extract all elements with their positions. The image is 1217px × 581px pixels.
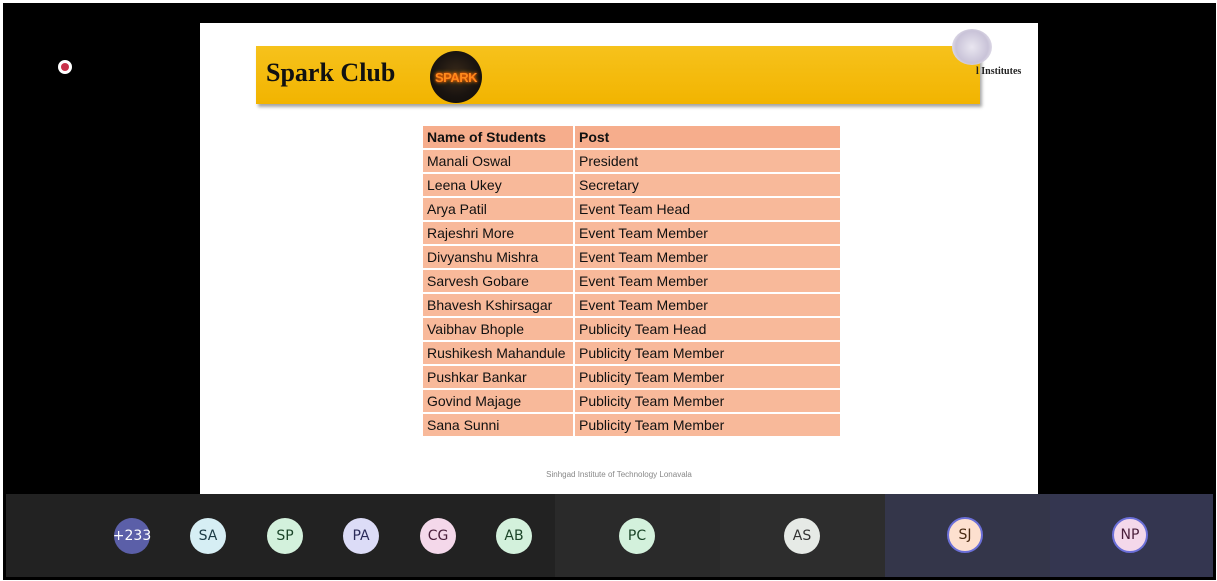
student-post: Publicity Team Member (573, 412, 842, 438)
student-post: Event Team Head (573, 196, 842, 222)
table-header-row: Name of Students Post (421, 124, 842, 150)
slide-title-bar: Spark Club SPARK (256, 46, 980, 104)
student-post: Event Team Member (573, 244, 842, 270)
avatar[interactable]: PA (343, 518, 379, 554)
institute-logo-icon (952, 29, 992, 65)
slide-footer: Sinhgad Institute of Technology Lonavala (546, 470, 692, 479)
student-post: Event Team Member (573, 292, 842, 318)
slide-title: Spark Club (266, 58, 396, 87)
table-row: Sana Sunni Publicity Team Member (421, 412, 842, 438)
student-name: Sarvesh Gobare (421, 268, 575, 294)
avatar[interactable]: CG (420, 518, 456, 554)
avatar[interactable]: SJ (947, 517, 983, 553)
student-name: Leena Ukey (421, 172, 575, 198)
club-logo-icon: SPARK (430, 51, 482, 103)
student-name: Bhavesh Kshirsagar (421, 292, 575, 318)
student-name: Divyanshu Mishra (421, 244, 575, 270)
avatar[interactable]: AS (784, 518, 820, 554)
student-name: Rajeshri More (421, 220, 575, 246)
student-name: Vaibhav Bhople (421, 316, 575, 342)
avatar[interactable]: PC (619, 518, 655, 554)
student-name: Pushkar Bankar (421, 364, 575, 390)
student-name: Rushikesh Mahandule (421, 340, 575, 366)
student-name: Govind Majage (421, 388, 575, 414)
table-row: Leena Ukey Secretary (421, 172, 842, 198)
participant-strip: +233 SA SP PA CG AB PC AS SJ NP (6, 494, 1213, 577)
table-row: Manali Oswal President (421, 148, 842, 174)
institute-name: l Institutes (976, 66, 1022, 77)
shared-presentation-slide: Spark Club SPARK l Institutes Name of St… (200, 23, 1038, 497)
student-name: Manali Oswal (421, 148, 575, 174)
table-row: Arya Patil Event Team Head (421, 196, 842, 222)
student-name: Sana Sunni (421, 412, 575, 438)
table-row: Pushkar Bankar Publicity Team Member (421, 364, 842, 390)
student-post: Publicity Team Member (573, 340, 842, 366)
avatar[interactable]: SA (190, 518, 226, 554)
student-post: Event Team Member (573, 220, 842, 246)
meeting-window: Spark Club SPARK l Institutes Name of St… (3, 3, 1216, 580)
avatar[interactable]: SP (267, 518, 303, 554)
column-header-name: Name of Students (421, 124, 575, 150)
student-name: Arya Patil (421, 196, 575, 222)
avatar[interactable]: NP (1112, 517, 1148, 553)
table-row: Govind Majage Publicity Team Member (421, 388, 842, 414)
table-row: Divyanshu Mishra Event Team Member (421, 244, 842, 270)
more-participants-button[interactable]: +233 (113, 518, 151, 554)
column-header-post: Post (573, 124, 842, 150)
student-post: Secretary (573, 172, 842, 198)
student-post: Publicity Team Member (573, 364, 842, 390)
student-post: President (573, 148, 842, 174)
table-row: Rajeshri More Event Team Member (421, 220, 842, 246)
table-row: Sarvesh Gobare Event Team Member (421, 268, 842, 294)
student-post: Event Team Member (573, 268, 842, 294)
students-table: Name of Students Post Manali Oswal Presi… (421, 124, 842, 438)
table-row: Rushikesh Mahandule Publicity Team Membe… (421, 340, 842, 366)
recording-indicator-icon (58, 60, 72, 74)
avatar[interactable]: AB (496, 518, 532, 554)
student-post: Publicity Team Member (573, 388, 842, 414)
student-post: Publicity Team Head (573, 316, 842, 342)
club-logo-text: SPARK (434, 69, 478, 85)
table-row: Bhavesh Kshirsagar Event Team Member (421, 292, 842, 318)
table-row: Vaibhav Bhople Publicity Team Head (421, 316, 842, 342)
